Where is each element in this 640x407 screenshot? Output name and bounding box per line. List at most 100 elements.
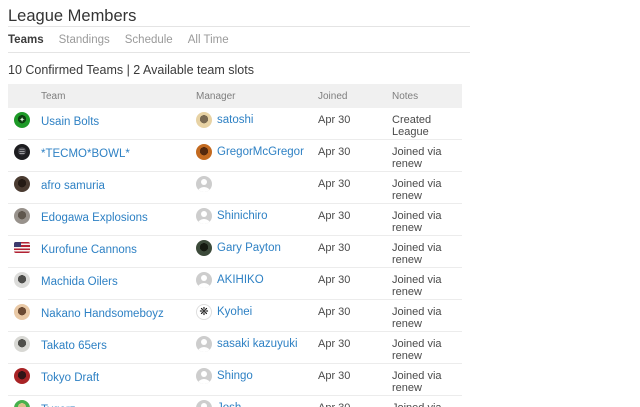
manager-cell: Shingo	[196, 368, 318, 394]
manager-link[interactable]: Shingo	[217, 368, 253, 384]
team-cell: Kurofune Cannons	[41, 240, 196, 266]
team-avatar	[14, 272, 30, 288]
notes-cell: Joined via renew	[392, 336, 462, 362]
manager-cell: Gary Payton	[196, 240, 318, 266]
joined-cell: Apr 30	[318, 208, 392, 234]
joined-cell: Apr 30	[318, 176, 392, 202]
team-link[interactable]: Usain Bolts	[41, 114, 99, 130]
tab-teams[interactable]: Teams	[8, 34, 44, 46]
manager-cell: sasaki kazuyuki	[196, 336, 318, 362]
notes-cell: Created League	[392, 112, 462, 138]
table-row: ☰ *TECMO*BOWL* GregorMcGregor Apr 30 Joi…	[8, 139, 462, 171]
joined-cell: Apr 30	[318, 400, 392, 407]
joined-cell: Apr 30	[318, 240, 392, 266]
joined-cell: Apr 30	[318, 336, 392, 362]
notes-cell: Joined via renew	[392, 400, 462, 407]
team-avatar	[14, 304, 30, 320]
notes-cell: Joined via renew	[392, 208, 462, 234]
manager-avatar	[196, 240, 212, 256]
notes-cell: Joined via renew	[392, 176, 462, 202]
joined-cell: Apr 30	[318, 304, 392, 330]
manager-cell: satoshi	[196, 112, 318, 138]
team-avatar	[14, 400, 30, 407]
table-row: Nakano Handsomeboyz ❋ Kyohei Apr 30 Join…	[8, 299, 462, 331]
manager-avatar	[196, 208, 212, 224]
manager-link[interactable]: satoshi	[217, 112, 253, 128]
manager-link[interactable]: AKIHIKO	[217, 272, 264, 288]
manager-avatar	[196, 176, 212, 192]
team-link[interactable]: *TECMO*BOWL*	[41, 146, 130, 162]
manager-link[interactable]: Gary Payton	[217, 240, 281, 256]
column-header-joined: Joined	[318, 91, 392, 102]
tab-bar: Teams Standings Schedule All Time	[8, 27, 470, 53]
team-cell: Machida Oilers	[41, 272, 196, 298]
page-title: League Members	[8, 7, 470, 27]
team-avatar	[14, 336, 30, 352]
team-cell: Edogawa Explosions	[41, 208, 196, 234]
manager-cell: GregorMcGregor	[196, 144, 318, 170]
joined-cell: Apr 30	[318, 144, 392, 170]
table-row: Takato 65ers sasaki kazuyuki Apr 30 Join…	[8, 331, 462, 363]
team-avatar: ☰	[14, 144, 30, 160]
team-link[interactable]: Takato 65ers	[41, 338, 107, 354]
table-row: Tokyo Draft Shingo Apr 30 Joined via ren…	[8, 363, 462, 395]
manager-avatar	[196, 368, 212, 384]
notes-cell: Joined via renew	[392, 240, 462, 266]
manager-avatar	[196, 144, 212, 160]
table-row: Kurofune Cannons Gary Payton Apr 30 Join…	[8, 235, 462, 267]
manager-avatar	[196, 400, 212, 407]
team-cell: Tygerz	[41, 400, 196, 407]
team-cell: Tokyo Draft	[41, 368, 196, 394]
notes-cell: Joined via renew	[392, 144, 462, 170]
manager-link[interactable]: Kyohei	[217, 304, 252, 320]
team-link[interactable]: Nakano Handsomeboyz	[41, 306, 164, 322]
team-cell: Nakano Handsomeboyz	[41, 304, 196, 330]
manager-link[interactable]: sasaki kazuyuki	[217, 336, 298, 352]
team-avatar: ✦	[14, 112, 30, 128]
team-link[interactable]: Edogawa Explosions	[41, 210, 148, 226]
joined-cell: Apr 30	[318, 112, 392, 138]
manager-cell: ❋ Kyohei	[196, 304, 318, 330]
tab-schedule[interactable]: Schedule	[125, 34, 173, 46]
manager-cell: AKIHIKO	[196, 272, 318, 298]
table-row: afro samuria Apr 30 Joined via renew	[8, 171, 462, 203]
manager-cell	[196, 176, 318, 202]
column-header-team: Team	[41, 91, 196, 102]
team-cell: Usain Bolts	[41, 112, 196, 138]
manager-link[interactable]: GregorMcGregor	[217, 144, 304, 160]
members-table: Team Manager Joined Notes ✦ Usain Bolts …	[8, 84, 462, 407]
team-link[interactable]: Tygerz	[41, 402, 76, 407]
table-header-row: Team Manager Joined Notes	[8, 84, 462, 108]
notes-cell: Joined via renew	[392, 304, 462, 330]
team-cell: Takato 65ers	[41, 336, 196, 362]
manager-avatar: ❋	[196, 304, 212, 320]
team-avatar	[14, 176, 30, 192]
joined-cell: Apr 30	[318, 368, 392, 394]
manager-avatar	[196, 336, 212, 352]
team-cell: *TECMO*BOWL*	[41, 144, 196, 170]
tab-standings[interactable]: Standings	[59, 34, 110, 46]
manager-cell: Josh	[196, 400, 318, 407]
team-slots-summary: 10 Confirmed Teams | 2 Available team sl…	[8, 63, 640, 78]
team-avatar	[14, 242, 30, 253]
team-cell: afro samuria	[41, 176, 196, 202]
team-avatar	[14, 208, 30, 224]
manager-link[interactable]: Josh	[217, 400, 241, 407]
team-link[interactable]: afro samuria	[41, 178, 105, 194]
team-link[interactable]: Kurofune Cannons	[41, 242, 137, 258]
notes-cell: Joined via renew	[392, 272, 462, 298]
manager-avatar	[196, 112, 212, 128]
manager-link[interactable]: Shinichiro	[217, 208, 268, 224]
table-row: ✦ Usain Bolts satoshi Apr 30 Created Lea…	[8, 108, 462, 139]
team-avatar	[14, 368, 30, 384]
table-row: Machida Oilers AKIHIKO Apr 30 Joined via…	[8, 267, 462, 299]
team-link[interactable]: Machida Oilers	[41, 274, 118, 290]
team-link[interactable]: Tokyo Draft	[41, 370, 99, 386]
column-header-notes: Notes	[392, 91, 462, 102]
table-row: Edogawa Explosions Shinichiro Apr 30 Joi…	[8, 203, 462, 235]
table-row: Tygerz Josh Apr 30 Joined via renew	[8, 395, 462, 407]
manager-avatar	[196, 272, 212, 288]
tab-all-time[interactable]: All Time	[188, 34, 229, 46]
notes-cell: Joined via renew	[392, 368, 462, 394]
manager-cell: Shinichiro	[196, 208, 318, 234]
